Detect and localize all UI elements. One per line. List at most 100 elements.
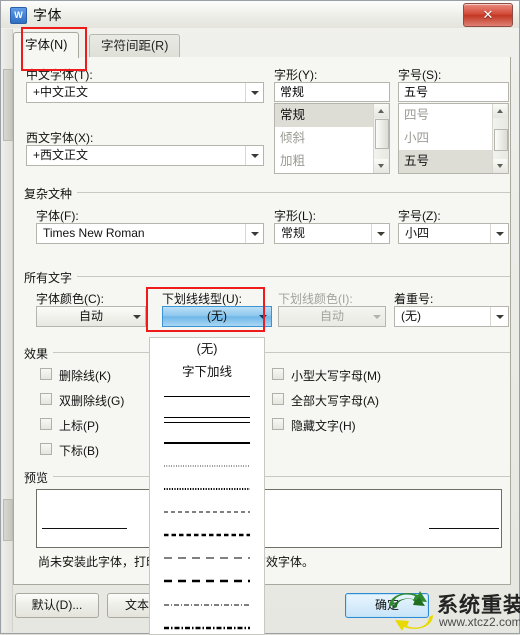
- checkbox-box[interactable]: [40, 368, 52, 380]
- line-sample: [164, 487, 250, 491]
- underline-style-combo[interactable]: (无): [162, 306, 272, 327]
- list-item[interactable]: 常规: [275, 104, 389, 127]
- font-size-scrollbar[interactable]: [492, 104, 508, 173]
- tab-font[interactable]: 字体(N): [13, 32, 80, 58]
- scrollbar-thumb-upper[interactable]: [3, 69, 13, 141]
- checkbox-box[interactable]: [272, 418, 284, 430]
- dropdown-item-words-only[interactable]: 字下加线: [150, 361, 264, 384]
- scrollbar-thumb[interactable]: [494, 129, 508, 151]
- dropdown-item-dashed-bold[interactable]: [150, 524, 264, 547]
- tab-character-spacing[interactable]: 字符间距(R): [89, 34, 181, 58]
- font-style-input[interactable]: 常规: [274, 82, 390, 102]
- font-color-combo[interactable]: 自动: [36, 306, 146, 327]
- cs-size-value: 小四: [405, 226, 430, 240]
- font-size-listbox[interactable]: 四号 小四 五号: [398, 103, 509, 174]
- close-button[interactable]: ✕: [463, 3, 513, 27]
- checkbox-label: 小型大写字母(M): [291, 369, 381, 383]
- cs-style-combo[interactable]: 常规: [274, 223, 390, 244]
- line-sample: [164, 603, 250, 607]
- western-font-value: +西文正文: [33, 148, 89, 162]
- chevron-down-icon[interactable]: [490, 307, 508, 326]
- dropdown-item-dash-long-bold[interactable]: [150, 570, 264, 593]
- checkbox-box[interactable]: [40, 393, 52, 405]
- recycle-logo-icon: [389, 591, 433, 631]
- font-style-listbox[interactable]: 常规 倾斜 加粗: [274, 103, 390, 174]
- font-style-label: 字形(Y):: [274, 68, 318, 82]
- chevron-down-icon[interactable]: [254, 307, 271, 326]
- scroll-down-icon[interactable]: [374, 159, 388, 173]
- dropdown-item-dash-dot-bold[interactable]: [150, 616, 264, 635]
- scrollbar-thumb[interactable]: [375, 119, 389, 149]
- effects-caption: 效果: [24, 345, 54, 362]
- cs-size-combo[interactable]: 小四: [398, 223, 509, 244]
- checkbox-box[interactable]: [40, 418, 52, 430]
- dropdown-item-label: (无): [196, 342, 218, 356]
- checkbox-box[interactable]: [40, 443, 52, 455]
- page-title: 字体: [33, 7, 62, 23]
- font-dialog-window: W 字体 ✕ 字体(N) 字符间距(R) 中文字体(T): +中文正文 西文字体…: [0, 0, 520, 635]
- line-sample: [164, 464, 250, 468]
- list-item[interactable]: 倾斜: [275, 127, 389, 150]
- dropdown-item-dotted-fine[interactable]: [150, 454, 264, 477]
- chevron-down-icon[interactable]: [245, 224, 263, 243]
- checkbox-label: 隐藏文字(H): [291, 419, 356, 433]
- wps-writer-icon: W: [10, 7, 27, 24]
- checkbox-label: 双删除线(G): [59, 394, 125, 408]
- dropdown-item-label: 字下加线: [181, 365, 232, 380]
- line-sample: [164, 533, 250, 537]
- font-style-scrollbar[interactable]: [373, 104, 389, 173]
- preview-rule-right: [429, 528, 499, 529]
- all-text-caption: 所有文字: [24, 269, 78, 286]
- dropdown-item-double[interactable]: [150, 408, 264, 431]
- scroll-down-icon[interactable]: [493, 159, 507, 173]
- dropdown-item-none[interactable]: (无): [150, 338, 264, 361]
- dropdown-item-dashed[interactable]: [150, 500, 264, 523]
- underline-color-value: 自动: [319, 309, 344, 323]
- checkbox-box[interactable]: [272, 368, 284, 380]
- chevron-down-icon[interactable]: [245, 83, 263, 102]
- emphasis-mark-label: 着重号:: [394, 292, 434, 306]
- scrollbar-thumb-lower[interactable]: [3, 499, 13, 541]
- line-sample: [164, 556, 250, 560]
- line-sample: [164, 442, 250, 445]
- underline-color-combo: 自动: [278, 306, 386, 327]
- cs-font-combo[interactable]: Times New Roman: [36, 223, 264, 244]
- checkbox-label: 全部大写字母(A): [291, 394, 379, 408]
- cs-font-label: 字体(F):: [36, 209, 79, 223]
- chevron-down-icon[interactable]: [128, 307, 145, 326]
- western-font-combo[interactable]: +西文正文: [26, 145, 264, 166]
- preview-rule-left: [42, 528, 127, 529]
- tab-strip: 字体(N) 字符间距(R): [13, 32, 511, 58]
- underline-style-value: (无): [207, 309, 227, 323]
- chinese-font-combo[interactable]: +中文正文: [26, 82, 264, 103]
- dropdown-item-dotted-bold[interactable]: [150, 477, 264, 500]
- list-item[interactable]: 加粗: [275, 150, 389, 173]
- checkbox-label: 删除线(K): [59, 369, 111, 383]
- default-button[interactable]: 默认(D)...: [15, 593, 99, 618]
- checkbox-box[interactable]: [272, 393, 284, 405]
- chevron-down-icon[interactable]: [490, 224, 508, 243]
- cs-style-value: 常规: [281, 226, 306, 240]
- scroll-up-icon[interactable]: [493, 104, 507, 118]
- underline-style-dropdown[interactable]: (无) 字下加线: [149, 337, 265, 635]
- window-scrollbar[interactable]: [2, 29, 13, 632]
- line-sample: [164, 579, 250, 583]
- dropdown-item-thick[interactable]: [150, 431, 264, 454]
- emphasis-mark-combo[interactable]: (无): [394, 306, 509, 327]
- title-bar: W 字体 ✕: [1, 1, 519, 28]
- font-size-label: 字号(S):: [398, 68, 442, 82]
- chevron-down-icon[interactable]: [371, 224, 389, 243]
- chinese-font-value: +中文正文: [33, 85, 89, 99]
- cs-style-label: 字形(L):: [274, 209, 317, 223]
- emphasis-mark-value: (无): [401, 309, 421, 323]
- checkbox-label: 下标(B): [59, 444, 99, 458]
- line-sample: [164, 626, 250, 630]
- preview-box: 公更轻松: [36, 489, 502, 548]
- scroll-up-icon[interactable]: [374, 104, 388, 118]
- dropdown-item-dash-long[interactable]: [150, 547, 264, 570]
- dropdown-item-dash-dot[interactable]: [150, 593, 264, 616]
- dropdown-item-single[interactable]: [150, 384, 264, 407]
- chevron-down-icon[interactable]: [245, 146, 263, 165]
- watermark-url: www.xtcz2.com: [439, 615, 520, 629]
- font-size-input[interactable]: 五号: [398, 82, 509, 102]
